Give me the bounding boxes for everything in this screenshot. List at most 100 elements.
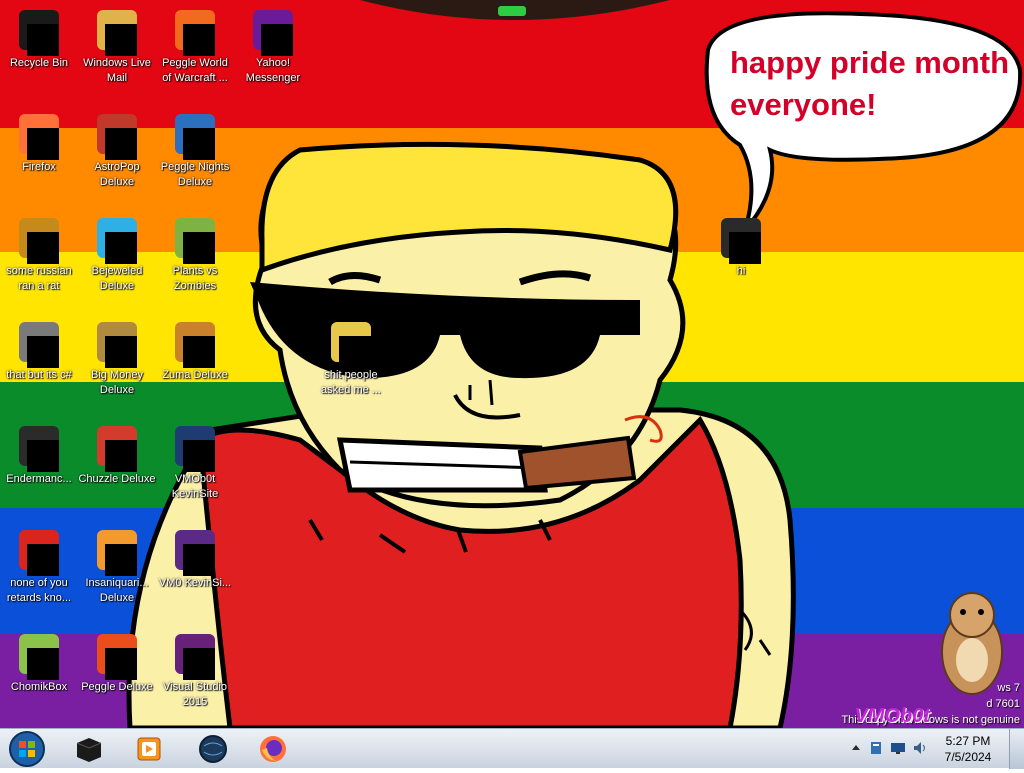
desktop-icon[interactable]: Insaniquari... Deluxe <box>78 526 156 606</box>
desktop-icon-label: Insaniquari... Deluxe <box>85 577 149 604</box>
desktop-icon[interactable]: Recycle Bin <box>0 6 78 71</box>
redaction-box <box>183 128 215 160</box>
desktop-icon-label: Big Money Deluxe <box>91 369 143 396</box>
desktop-icon[interactable]: Peggle Nights Deluxe <box>156 110 234 190</box>
system-tray: 5:27 PM 7/5/2024 <box>842 729 1024 769</box>
pvz-icon <box>171 214 219 264</box>
logo-text: VMOb0t <box>854 705 930 727</box>
desktop-icon[interactable]: Big Money Deluxe <box>78 318 156 398</box>
peggle-icon <box>171 6 219 56</box>
desktop-icon[interactable]: Peggle World of Warcraft ... <box>156 6 234 86</box>
desktop-icon-label: Bejeweled Deluxe <box>91 265 143 292</box>
desktop-icon-label: some russian ran a rat <box>6 265 72 292</box>
folder-dark-icon <box>717 214 765 264</box>
desktop-icon[interactable]: Bejeweled Deluxe <box>78 214 156 294</box>
redaction-box <box>27 544 59 576</box>
desktop[interactable]: happy pride month everyone! Recycle Bin W… <box>0 0 1024 728</box>
clock-time: 5:27 PM <box>945 734 991 748</box>
astropop-icon <box>93 110 141 160</box>
desktop-icon[interactable]: Yahoo! Messenger <box>234 6 312 86</box>
desktop-icon-label: none of you retards kno... <box>6 577 72 604</box>
redaction-box <box>27 232 59 264</box>
desktop-icon[interactable]: Endermanc... <box>0 422 78 487</box>
desktop-icon-label: shit people asked me ... <box>321 369 381 396</box>
desktop-icon[interactable]: AstroPop Deluxe <box>78 110 156 190</box>
taskbar-item-firefox[interactable] <box>246 731 300 767</box>
show-desktop-button[interactable] <box>1009 729 1024 769</box>
desktop-icon-label: Peggle World of Warcraft ... <box>162 57 228 84</box>
chomikbox-icon <box>15 630 63 680</box>
redaction-box <box>27 24 59 56</box>
insaniquarium-icon <box>93 526 141 576</box>
opera-icon <box>15 526 63 576</box>
redaction-box <box>105 232 137 264</box>
vmbot-icon <box>171 422 219 472</box>
peggle-deluxe-icon <box>93 630 141 680</box>
desktop-icon-label: that but its c# <box>6 369 72 381</box>
desktop-icon[interactable]: VMOb0t KevinSite <box>156 422 234 502</box>
redaction-box <box>105 24 137 56</box>
desktop-icon[interactable]: that but its c# <box>0 318 78 383</box>
desktop-icon-label: Yahoo! Messenger <box>245 57 301 84</box>
watermark-line-1: ws 7 <box>997 682 1020 694</box>
redaction-box <box>27 648 59 680</box>
visual-studio-icon <box>171 630 219 680</box>
desktop-icon[interactable]: Chuzzle Deluxe <box>78 422 156 487</box>
volume-icon[interactable] <box>912 740 928 756</box>
desktop-icon-label: Recycle Bin <box>9 57 69 69</box>
desktop-icon[interactable]: VM0 KevinSi... <box>156 526 234 591</box>
zuma-icon <box>171 318 219 368</box>
desktop-icon[interactable]: Peggle Deluxe <box>78 630 156 695</box>
redaction-box <box>105 128 137 160</box>
show-hidden-icons-icon[interactable] <box>848 740 864 756</box>
desktop-icon[interactable]: Windows Live Mail <box>78 6 156 86</box>
desktop-icon[interactable]: shit people asked me ... <box>312 318 390 398</box>
desktop-icon-label: Peggle Nights Deluxe <box>160 161 230 188</box>
bejeweled-icon <box>93 214 141 264</box>
recycle-bin-icon <box>15 6 63 56</box>
desktop-icon-label: Endermanc... <box>6 473 72 485</box>
desktop-icon-label: Windows Live Mail <box>83 57 151 84</box>
redaction-box <box>183 648 215 680</box>
desktop-icon-label: VMOb0t KevinSite <box>171 473 219 500</box>
clock[interactable]: 5:27 PM 7/5/2024 <box>938 733 998 765</box>
peggle-nights-icon <box>171 110 219 160</box>
desktop-icon[interactable]: hi <box>702 214 780 279</box>
redaction-box <box>183 232 215 264</box>
firefox-icon <box>260 736 286 762</box>
start-button[interactable] <box>4 730 50 768</box>
taskbar-item-globe[interactable] <box>186 731 240 767</box>
speech-bubble-text: happy pride month everyone! <box>730 45 1009 122</box>
desktop-icon-label: Visual Studio 2015 <box>162 681 227 708</box>
desktop-icon[interactable]: ChomikBox <box>0 630 78 695</box>
desktop-icon-label: Chuzzle Deluxe <box>78 473 156 485</box>
desktop-icon[interactable]: none of you retards kno... <box>0 526 78 606</box>
black-box-app-icon <box>76 738 102 762</box>
desktop-icon-label: Firefox <box>22 161 56 173</box>
folder-icon <box>327 318 375 368</box>
action-center-icon[interactable] <box>868 740 884 756</box>
desktop-icon-label: ChomikBox <box>10 681 68 693</box>
redaction-box <box>105 440 137 472</box>
redaction-box <box>183 336 215 368</box>
desktop-icon[interactable]: Zuma Deluxe <box>156 318 234 383</box>
taskbar-item-black-box[interactable] <box>62 731 116 767</box>
taskbar: 5:27 PM 7/5/2024 <box>0 728 1024 769</box>
desktop-icon[interactable]: Visual Studio 2015 <box>156 630 234 710</box>
network-icon[interactable] <box>890 740 906 756</box>
desktop-icon[interactable]: Firefox <box>0 110 78 175</box>
media-player-icon <box>137 737 161 761</box>
desktop-icon-label: Peggle Deluxe <box>81 681 153 693</box>
taskbar-item-media-player[interactable] <box>122 731 176 767</box>
desktop-icon-label: hi <box>736 265 746 277</box>
firefox-icon <box>15 110 63 160</box>
vm0-icon <box>171 526 219 576</box>
not-genuine-watermark: VMOb0t ws 7 d 7601 This copy of Windows … <box>841 680 1020 728</box>
desktop-icon-label: AstroPop Deluxe <box>94 161 140 188</box>
desktop-icon[interactable]: Plants vs Zombies <box>156 214 234 294</box>
redaction-box <box>183 24 215 56</box>
desktop-icon-label: VM0 KevinSi... <box>158 577 232 589</box>
redaction-box <box>27 440 59 472</box>
redaction-box <box>261 24 293 56</box>
desktop-icon[interactable]: some russian ran a rat <box>0 214 78 294</box>
